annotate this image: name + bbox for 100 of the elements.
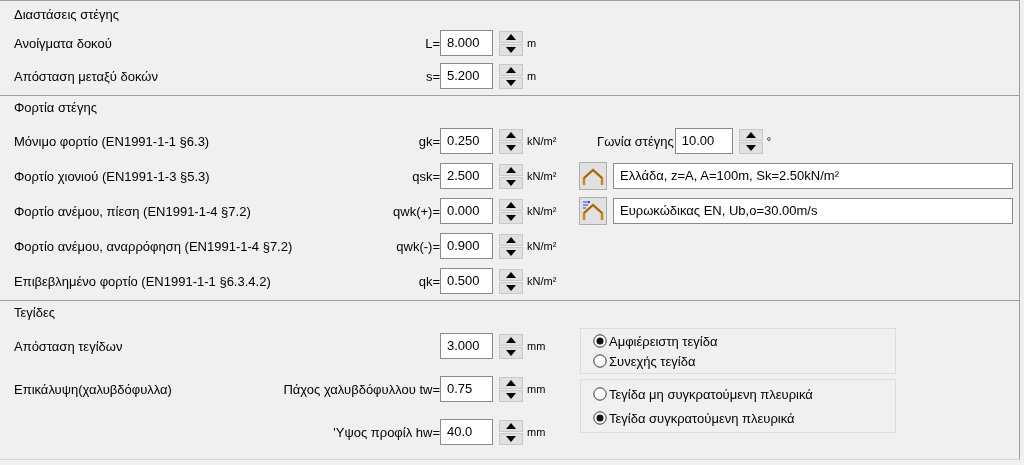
spin-down-button[interactable]	[738, 141, 763, 154]
symbol-label: Πάχος χαλυβδόφυλλου tw=	[283, 381, 440, 397]
spin-up-button[interactable]	[499, 268, 523, 281]
input-field[interactable]: 0.000	[440, 198, 493, 224]
unit-label: mm	[527, 340, 547, 352]
radio-button[interactable]	[593, 387, 607, 401]
caret-down-icon	[506, 46, 516, 53]
option-label: Τεγίδα μη συγκρατούμενη πλευρικά	[609, 386, 813, 402]
spin-down-button[interactable]	[499, 432, 523, 445]
field-label: Ανοίγματα δοκού	[14, 35, 112, 51]
symbol-label: 'Υψος προφίλ hw=	[333, 424, 440, 440]
option-label: Τεγίδα συγκρατούμενη πλευρικά	[609, 410, 795, 426]
unit-label: kN/m²	[527, 170, 558, 182]
input-field[interactable]: 40.0	[440, 419, 493, 445]
field-label: Φορτίο ανέμου, πίεση (EN1991-1-4 §7.2)	[14, 203, 251, 219]
field-label: Φορτίο ανέμου, αναρρόφηση (EN1991-1-4 §7.2)	[14, 238, 293, 254]
spin-down-button[interactable]	[499, 211, 523, 224]
field-label: Απόσταση μεταξύ δοκών	[14, 68, 158, 84]
symbol-label: s=	[425, 68, 440, 84]
input-field[interactable]: 5.200	[440, 63, 493, 89]
unit-label: m	[527, 70, 538, 82]
input-field[interactable]: 0.250	[440, 128, 493, 154]
spin-down-button[interactable]	[499, 389, 523, 402]
spin-up-button[interactable]	[499, 376, 523, 389]
unit-label: kN/m²	[527, 135, 558, 147]
spin-up-button[interactable]	[499, 63, 523, 76]
unit-label: kN/m²	[527, 275, 558, 287]
spin-down-button[interactable]	[499, 43, 523, 56]
symbol-label: qwk(+)=	[393, 203, 440, 219]
input-field[interactable]: 10.00	[674, 128, 733, 154]
radio-button[interactable]	[593, 411, 607, 425]
caret-down-icon	[506, 249, 516, 256]
input-field[interactable]: 8.000	[440, 30, 493, 56]
caret-up-icon	[506, 336, 516, 343]
input-field[interactable]: 0.75	[440, 376, 493, 402]
spin-down-button[interactable]	[499, 281, 523, 294]
option-label: Συνεχής τεγίδα	[609, 353, 696, 369]
section-title: Τεγίδες	[14, 304, 55, 322]
spin-down-button[interactable]	[499, 76, 523, 89]
caret-up-icon	[506, 166, 516, 173]
spin-up-button[interactable]	[499, 128, 523, 141]
spin-up-button[interactable]	[499, 198, 523, 211]
field-label: Φορτίο χιονιού (EN1991-1-3 §5.3)	[14, 168, 210, 184]
unit-label: kN/m²	[527, 205, 558, 217]
caret-up-icon	[506, 66, 516, 73]
input-field[interactable]: Ελλάδα, z=A, A=100m, Sk=2.50kN/m²	[613, 163, 1013, 189]
field-label: Απόσταση τεγίδων	[14, 338, 123, 354]
caret-down-icon	[506, 284, 516, 291]
symbol-label: qsk=	[412, 168, 440, 184]
spin-up-button[interactable]	[499, 233, 523, 246]
wind-load-button[interactable]	[579, 197, 607, 225]
symbol-label: L=	[425, 35, 440, 51]
caret-down-icon	[506, 392, 516, 399]
caret-up-icon	[506, 379, 516, 386]
input-field[interactable]: 0.500	[440, 268, 493, 294]
spin-up-button[interactable]	[738, 128, 763, 141]
wind-roof-icon	[582, 201, 604, 221]
field-label: Επιβεβλημένο φορτίο (EN1991-1-1 §6.3.4.2)	[14, 273, 271, 289]
unit-label: kN/m²	[527, 240, 558, 252]
input-field[interactable]: 2.500	[440, 163, 493, 189]
input-field[interactable]: Ευρωκώδικας EN, Ub,o=30.00m/s	[613, 198, 1013, 224]
unit-label: °	[766, 135, 773, 147]
spin-up-button[interactable]	[499, 333, 523, 346]
caret-down-icon	[506, 79, 516, 86]
radio-button[interactable]	[593, 334, 607, 348]
caret-up-icon	[506, 131, 516, 138]
caret-up-icon	[506, 422, 516, 429]
input-field[interactable]: 0.900	[440, 233, 493, 259]
caret-up-icon	[506, 236, 516, 243]
caret-up-icon	[506, 33, 516, 40]
caret-up-icon	[745, 131, 756, 138]
section-title: Διαστάσεις στέγης	[14, 6, 120, 24]
spin-down-button[interactable]	[499, 346, 523, 359]
caret-up-icon	[506, 201, 516, 208]
section-title: Φορτία στέγης	[14, 99, 97, 117]
unit-label: mm	[527, 426, 547, 438]
field-label: Μόνιμο φορτίο (EN1991-1-1 §6.3)	[14, 133, 210, 149]
caret-down-icon	[506, 179, 516, 186]
option-label: Αμφιέρειστη τεγίδα	[609, 333, 718, 349]
input-field[interactable]: 3.000	[440, 333, 493, 359]
radio-button[interactable]	[593, 354, 607, 368]
spin-down-button[interactable]	[499, 246, 523, 259]
unit-label: m	[527, 37, 538, 49]
spin-up-button[interactable]	[499, 419, 523, 432]
snow-load-button[interactable]	[579, 162, 607, 190]
spin-up-button[interactable]	[499, 163, 523, 176]
spin-down-button[interactable]	[499, 176, 523, 189]
spin-down-button[interactable]	[499, 141, 523, 154]
symbol-label: qwk(-)=	[396, 238, 440, 254]
field-label: Επικάλυψη(χαλυβδόφυλλα)	[14, 381, 172, 397]
caret-up-icon	[506, 271, 516, 278]
symbol-label: gk=	[418, 133, 440, 149]
caret-down-icon	[506, 144, 516, 151]
field-label: Γωνία στέγης	[597, 133, 674, 149]
symbol-label: qk=	[418, 273, 440, 289]
caret-down-icon	[506, 349, 516, 356]
caret-down-icon	[506, 214, 516, 221]
unit-label: mm	[527, 383, 547, 395]
caret-down-icon	[745, 144, 756, 151]
spin-up-button[interactable]	[499, 30, 523, 43]
